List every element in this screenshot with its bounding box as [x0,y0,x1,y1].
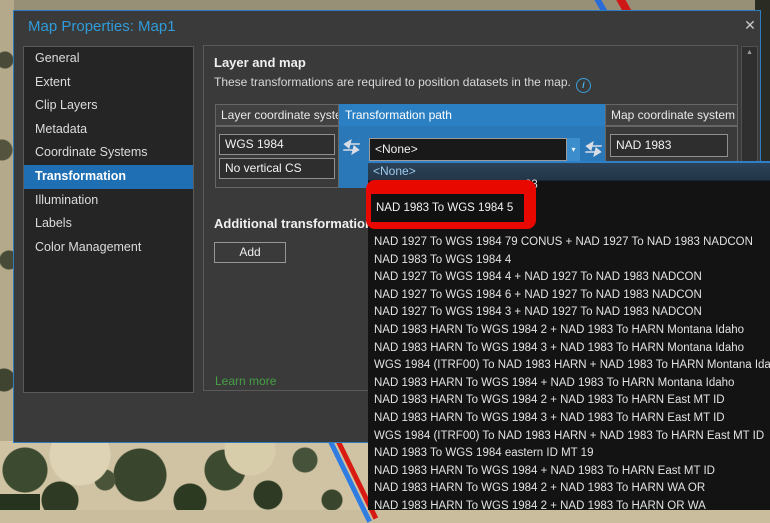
sidebar-item-color-management[interactable]: Color Management [24,236,193,260]
sidebar-nav: GeneralExtentClip LayersMetadataCoordina… [23,46,194,393]
sidebar-item-transformation[interactable]: Transformation [24,165,193,189]
transformation-option[interactable]: NAD 1983 HARN To WGS 1984 2 + NAD 1983 T… [368,498,770,510]
highlighted-transformation-option[interactable]: NAD 1983 To WGS 1984 5 [371,194,524,222]
transformation-options: NAD 1927 To WGS 1984 79 CONUS + NAD 1927… [368,234,770,510]
transformation-option[interactable]: NAD 1927 To WGS 1984 79 CONUS + NAD 1927… [368,234,770,252]
map-background-left [0,0,14,510]
sidebar-item-illumination[interactable]: Illumination [24,189,193,213]
sidebar-item-general[interactable]: General [24,47,193,71]
transformation-option[interactable]: NAD 1983 HARN To WGS 1984 2 + NAD 1983 T… [368,322,770,340]
transformation-option[interactable]: NAD 1983 HARN To WGS 1984 3 + NAD 1983 T… [368,340,770,358]
column-header-map-cs: Map coordinate system [605,104,738,126]
swap-arrows-icon [342,139,362,155]
section-subtitle: These transformations are required to po… [214,75,591,93]
transformation-option[interactable]: WGS 1984 (ITRF00) To NAD 1983 HARN + NAD… [368,357,770,375]
sidebar-item-clip-layers[interactable]: Clip Layers [24,94,193,118]
scroll-up-icon[interactable]: ▲ [742,49,757,56]
map-dark-field [0,494,40,510]
sidebar-item-labels[interactable]: Labels [24,212,193,236]
dropdown-option-none[interactable]: <None> [368,163,770,181]
info-icon[interactable]: i [576,78,591,93]
swap-arrows-icon [584,141,604,157]
transformation-option[interactable]: NAD 1983 HARN To WGS 1984 3 + NAD 1983 T… [368,410,770,428]
dialog-title: Map Properties: Map1 [28,18,176,35]
sidebar-item-extent[interactable]: Extent [24,71,193,95]
transformation-option[interactable]: NAD 1983 HARN To WGS 1984 2 + NAD 1983 T… [368,392,770,410]
subtitle-text: These transformations are required to po… [214,75,571,89]
transformation-option[interactable]: NAD 1927 To WGS 1984 4 + NAD 1927 To NAD… [368,269,770,287]
transformation-option[interactable]: NAD 1983 To WGS 1984 4 [368,252,770,270]
column-header-transformation-path: Transformation path [339,104,605,126]
section-heading: Layer and map [214,55,306,70]
transformation-option[interactable]: WGS 1984 (ITRF00) To NAD 1983 HARN + NAD… [368,428,770,446]
learn-more-link[interactable]: Learn more [215,374,276,388]
column-header-layer-cs: Layer coordinate system [215,104,339,126]
annotation-highlight-box: NAD 1983 To WGS 1984 5 [366,180,536,229]
transformation-option[interactable]: NAD 1983 HARN To WGS 1984 + NAD 1983 To … [368,463,770,481]
transformation-option[interactable]: NAD 1927 To WGS 1984 3 + NAD 1927 To NAD… [368,304,770,322]
transformation-option[interactable]: NAD 1983 HARN To WGS 1984 2 + NAD 1983 T… [368,480,770,498]
layer-vertical-cs-value: No vertical CS [219,158,335,179]
add-button[interactable]: Add [214,242,286,263]
transformation-option[interactable]: NAD 1983 HARN To WGS 1984 + NAD 1983 To … [368,375,770,393]
sidebar-item-metadata[interactable]: Metadata [24,118,193,142]
sidebar-item-coordinate-systems[interactable]: Coordinate Systems [24,141,193,165]
additional-transformations-heading: Additional transformations [214,216,380,231]
chevron-down-icon[interactable]: ▾ [567,138,580,161]
map-cs-value: NAD 1983 [610,134,728,157]
close-icon[interactable]: ✕ [740,15,760,35]
transformation-path-combobox[interactable]: <None> [369,138,567,161]
layer-cs-value: WGS 1984 [219,134,335,155]
transformation-option[interactable]: NAD 1983 To WGS 1984 eastern ID MT 19 [368,445,770,463]
transformation-option[interactable]: NAD 1927 To WGS 1984 6 + NAD 1927 To NAD… [368,287,770,305]
